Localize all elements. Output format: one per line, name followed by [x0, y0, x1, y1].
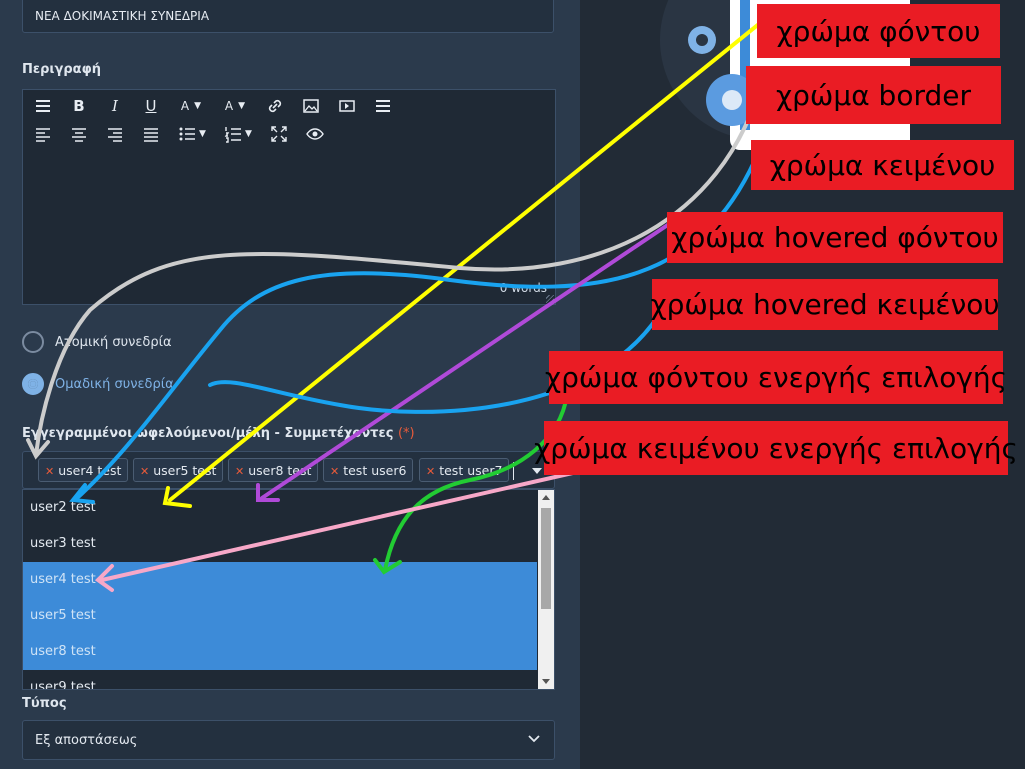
font-color-icon[interactable]: A ▼: [169, 94, 213, 118]
resize-handle[interactable]: [546, 295, 554, 303]
radio-label: Ατομική συνεδρία: [55, 334, 172, 350]
type-label: Τύπος: [22, 696, 67, 711]
annotation-label: χρώμα border: [746, 66, 1001, 124]
chevron-down-icon: [528, 735, 540, 743]
dropdown-caret-icon[interactable]: [532, 468, 542, 474]
align-justify-icon[interactable]: [133, 122, 169, 146]
remove-icon: ✕: [426, 465, 436, 478]
fullscreen-icon[interactable]: [261, 122, 297, 146]
underline-icon[interactable]: U: [133, 94, 169, 118]
bullet-list-icon[interactable]: ▼: [169, 122, 215, 146]
annotation-label: χρώμα κειμένου: [751, 140, 1014, 190]
required-mark: (*): [397, 426, 415, 441]
selected-tag[interactable]: ✕ test user7: [419, 458, 510, 482]
radio-label: Ομαδική συνεδρία: [55, 376, 174, 392]
annotation-label: χρώμα φόντου: [757, 4, 1000, 58]
remove-icon: ✕: [45, 465, 55, 478]
radio-group-session[interactable]: Ομαδική συνεδρία: [22, 373, 174, 395]
selected-tag[interactable]: ✕ test user6: [323, 458, 414, 482]
remove-icon: ✕: [140, 465, 150, 478]
radio-individual-session[interactable]: Ατομική συνεδρία: [22, 331, 172, 353]
description-label: Περιγραφή: [22, 62, 102, 77]
dropdown-option[interactable]: user4 test: [23, 562, 537, 598]
scroll-down-icon: [542, 679, 550, 684]
remove-icon: ✕: [330, 465, 340, 478]
dropdown-option[interactable]: user3 test: [23, 526, 537, 562]
word-count: 0 words: [499, 281, 547, 295]
text-cursor: [513, 462, 514, 480]
image-icon[interactable]: [293, 94, 329, 118]
editor-toolbar-row-2: ▼ ▼: [25, 121, 333, 147]
video-icon[interactable]: [329, 94, 365, 118]
align-right-icon[interactable]: [97, 122, 133, 146]
scroll-thumb[interactable]: [541, 508, 551, 609]
menu-icon[interactable]: [365, 94, 401, 118]
selected-tag[interactable]: ✕ user8 test: [228, 458, 319, 482]
participants-label: Εγγεγραμμένοι ωφελούμενοι/μέλη - Συμμετέ…: [22, 426, 415, 441]
preview-icon[interactable]: [297, 122, 333, 146]
link-icon[interactable]: [257, 94, 293, 118]
scroll-up-icon: [542, 495, 550, 500]
gear-icon: [688, 26, 716, 54]
dropdown-option[interactable]: user5 test: [23, 598, 537, 634]
type-value: Εξ αποστάσεως: [35, 733, 138, 748]
participants-multiselect[interactable]: ✕ user4 test ✕ user5 test ✕ user8 test ✕ tes…: [22, 451, 555, 489]
numbered-list-icon[interactable]: ▼: [215, 122, 261, 146]
annotation-label: χρώμα κειμένου ενεργής επιλογής: [534, 421, 1018, 475]
bold-icon[interactable]: B: [61, 94, 97, 118]
annotation-label: χρώμα hovered κειμένου: [650, 279, 1000, 330]
radio-button[interactable]: [22, 373, 44, 395]
participants-dropdown-list[interactable]: user2 test user3 test user4 test user5 t…: [22, 489, 555, 690]
session-title-input[interactable]: ΝΕΑ ΔΟΚΙΜΑΣΤΙΚΗ ΣΥΝΕΔΡΙΑ: [22, 0, 554, 33]
editor-toolbar-row-1: B I U A ▼ A ▼: [25, 93, 401, 119]
align-left-icon[interactable]: [25, 122, 61, 146]
dropdown-option[interactable]: user9 test: [23, 670, 537, 689]
radio-button[interactable]: [22, 331, 44, 353]
dropdown-option[interactable]: user8 test: [23, 634, 537, 670]
align-center-icon[interactable]: [61, 122, 97, 146]
remove-icon: ✕: [235, 465, 245, 478]
selected-tag[interactable]: ✕ user5 test: [133, 458, 224, 482]
description-editor[interactable]: B I U A ▼ A ▼ ▼ ▼ 0 words: [22, 89, 556, 305]
selected-tag[interactable]: ✕ user4 test: [38, 458, 129, 482]
scrollbar[interactable]: [538, 490, 554, 689]
menu-icon[interactable]: [25, 94, 61, 118]
type-select[interactable]: Εξ αποστάσεως: [22, 720, 555, 760]
annotation-label: χρώμα φόντου ενεργής επιλογής: [545, 351, 1007, 404]
dropdown-option[interactable]: user2 test: [23, 490, 537, 526]
background-color-icon[interactable]: A ▼: [213, 94, 257, 118]
italic-icon[interactable]: I: [97, 94, 133, 118]
annotation-label: χρώμα hovered φόντου: [667, 212, 1003, 263]
session-title-value: ΝΕΑ ΔΟΚΙΜΑΣΤΙΚΗ ΣΥΝΕΔΡΙΑ: [35, 9, 210, 23]
